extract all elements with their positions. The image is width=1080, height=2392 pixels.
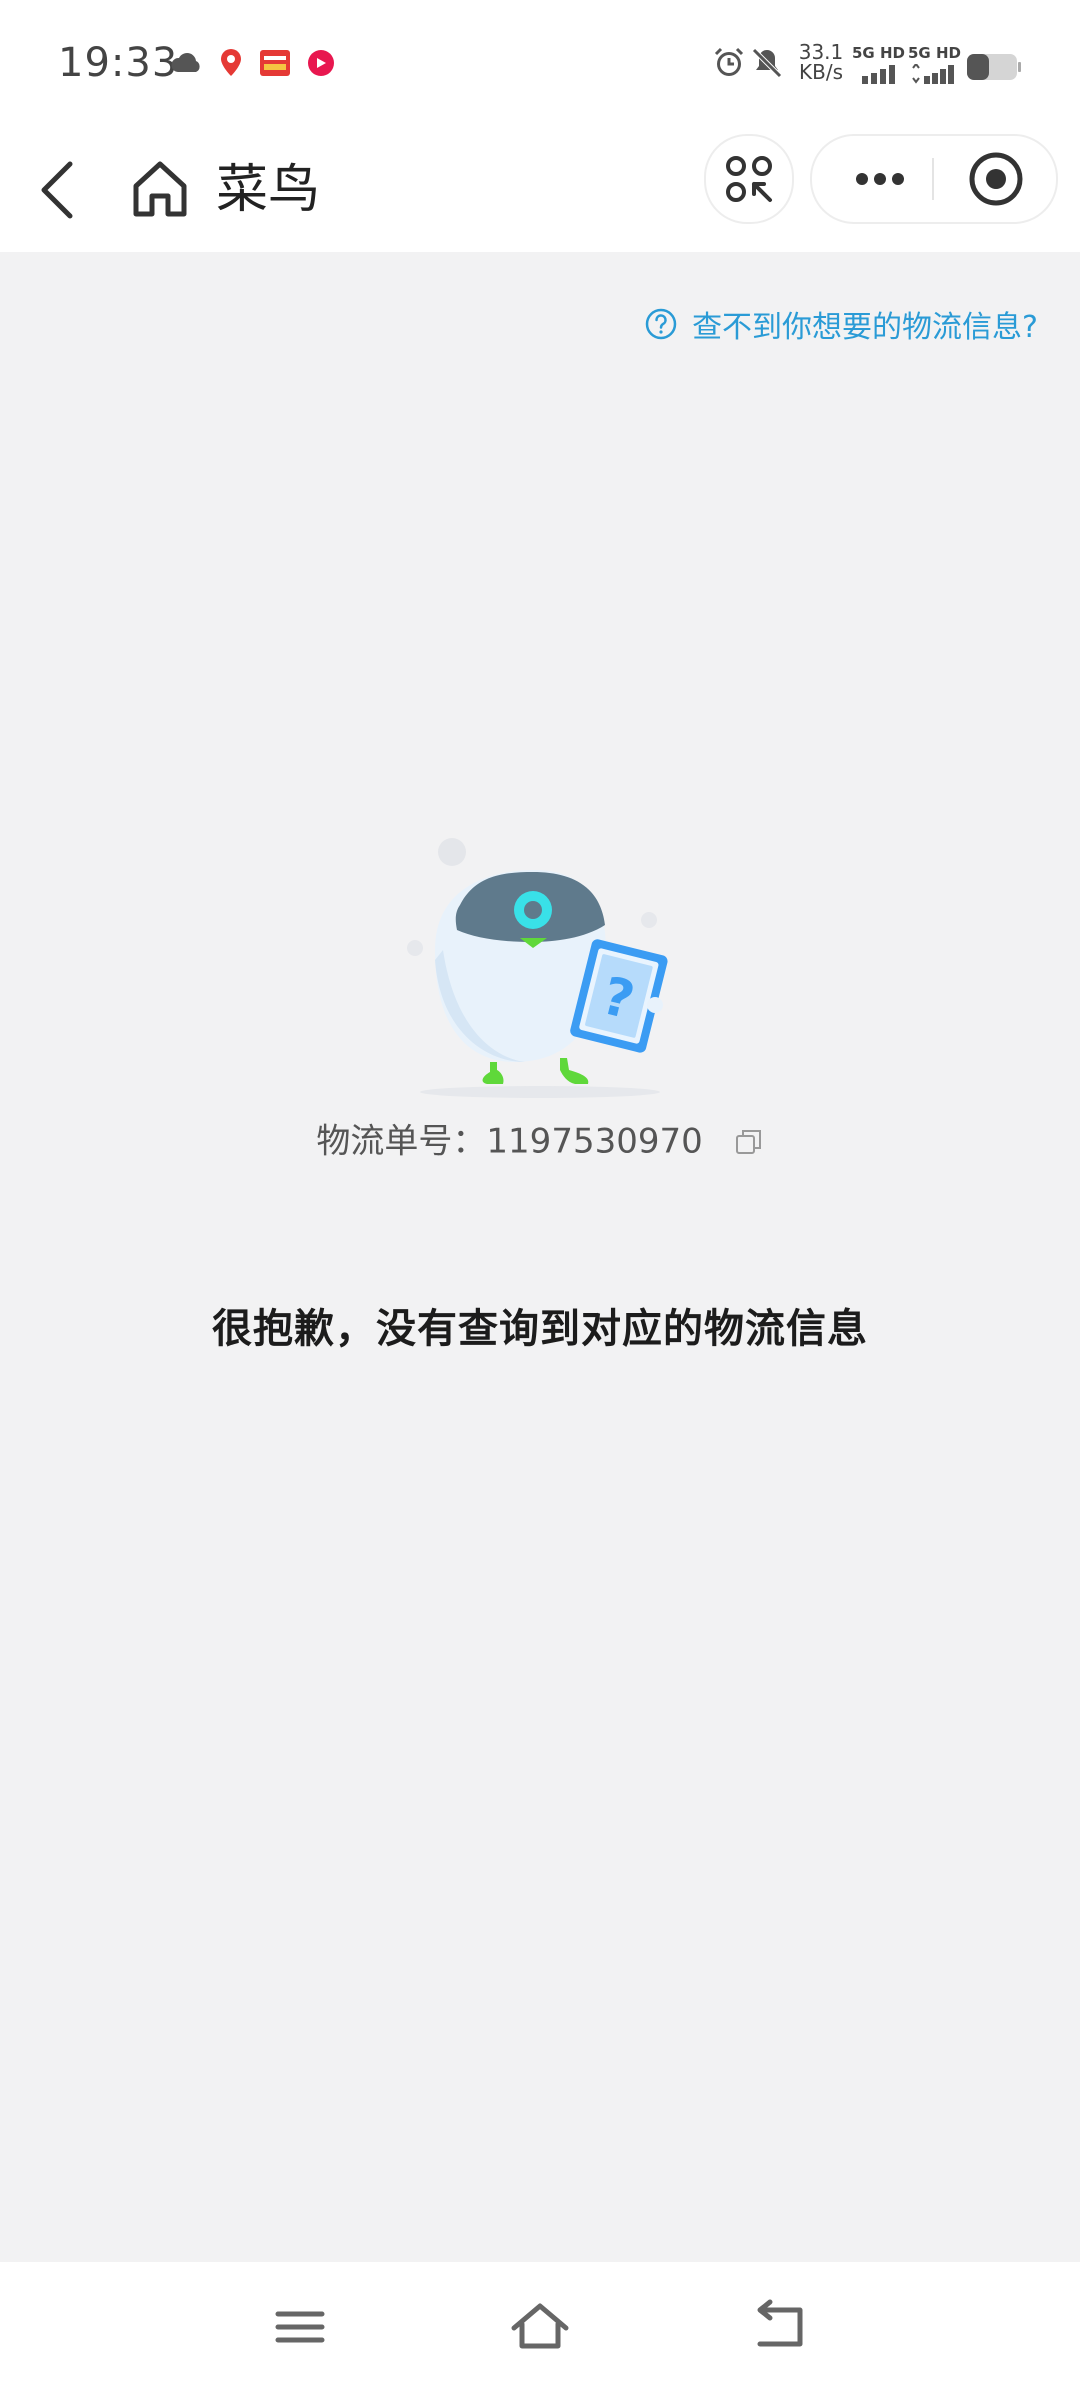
net-speed-unit: KB/s [799,60,843,84]
menu-icon[interactable] [260,2292,340,2362]
tracking-number-row: 物流单号：1197530970 [0,1110,1080,1170]
capsule-divider [932,158,934,200]
net-speed-value: 33.1 [798,40,844,64]
tracking-label: 物流单号： [316,1121,487,1162]
music-app-icon [308,50,334,76]
tracking-number: 1197530970 [486,1121,703,1162]
home-icon[interactable] [120,150,200,230]
toutiao-app-icon [260,50,290,76]
maps-app-icon [221,49,241,76]
page-title: 菜鸟 [216,160,321,220]
sim1-label: 5G HD [852,44,905,62]
capsule-menu [810,134,1058,224]
empty-state-mascot: ? [407,838,668,1098]
mute-icon [752,48,782,78]
scan-icon [726,156,772,202]
signal-icon [912,64,954,84]
system-nav-bar [0,2262,1080,2392]
cloud-icon [171,53,200,72]
net-speed: 33.1 KB/s [794,42,848,82]
home-outline-icon[interactable] [500,2292,580,2362]
signal-icon [862,65,895,84]
copy-icon[interactable] [734,1127,764,1157]
question-circle-icon [645,308,677,340]
help-link[interactable]: 查不到你想要的物流信息? [644,302,1038,346]
status-bar: 19:33 33.1 KB/s 5G HD 5G HD [0,0,1080,130]
scan-button[interactable] [704,134,794,224]
nav-bar: 菜鸟 [0,130,1080,252]
close-target-icon[interactable] [946,136,1046,222]
sim2-label: 5G HD [908,44,961,62]
help-link-label: 查不到你想要的物流信息? [692,310,1038,345]
empty-state-message: 很抱歉，没有查询到对应的物流信息 [212,1306,868,1352]
status-time: 19:33 [58,40,179,86]
battery-icon [967,54,1021,80]
more-icon[interactable] [830,136,930,222]
back-icon[interactable] [740,2292,820,2362]
alarm-icon [714,47,744,76]
back-arrow-icon[interactable] [30,150,110,230]
